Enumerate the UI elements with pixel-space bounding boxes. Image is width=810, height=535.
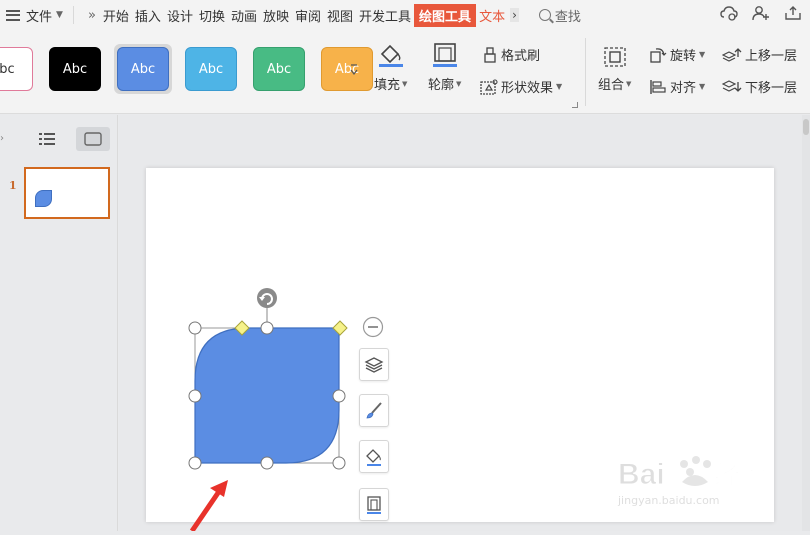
- resize-handle-top-left[interactable]: [188, 321, 202, 335]
- resize-handle-left[interactable]: [188, 389, 202, 403]
- layers-icon: [364, 356, 384, 373]
- svg-text:jingyan.baidu.com: jingyan.baidu.com: [617, 494, 720, 507]
- collapse-tools-icon[interactable]: [362, 316, 384, 338]
- baidu-logo: Bai 经验 jingyan.baidu.com: [617, 456, 767, 507]
- layers-tool-button[interactable]: [359, 348, 389, 381]
- resize-handle-right[interactable]: [332, 389, 346, 403]
- rounded-rectangle-shape[interactable]: [194, 327, 340, 464]
- resize-handle-bottom[interactable]: [260, 456, 274, 470]
- resize-handle-bottom-right[interactable]: [332, 456, 346, 470]
- resize-handle-bottom-left[interactable]: [188, 456, 202, 470]
- outline-tool-button[interactable]: [359, 488, 389, 521]
- resize-handle-top[interactable]: [260, 321, 274, 335]
- rotate-handle-icon[interactable]: [257, 288, 277, 308]
- fill-tool-button[interactable]: [359, 440, 389, 473]
- style-brush-tool-button[interactable]: [359, 394, 389, 427]
- paint-bucket-icon: [366, 448, 381, 466]
- baidu-watermark: Bai 经验 jingyan.baidu.com: [604, 446, 810, 535]
- svg-text:Bai: Bai: [618, 458, 665, 491]
- paint-brush-icon: [366, 401, 382, 418]
- outline-icon: [367, 495, 381, 514]
- svg-text:经验: 经验: [714, 460, 766, 491]
- red-arrow-annotation: [189, 480, 228, 531]
